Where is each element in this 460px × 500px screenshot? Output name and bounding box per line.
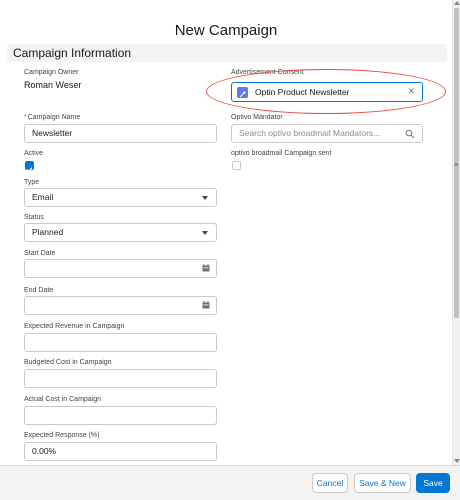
- section-header: Campaign Information: [7, 44, 447, 62]
- required-marker: *: [24, 114, 27, 121]
- active-label: Active: [24, 150, 44, 157]
- status-select[interactable]: Planned: [24, 223, 217, 242]
- scrollbar[interactable]: [452, 0, 460, 465]
- status-label: Status: [24, 214, 44, 221]
- calendar-icon[interactable]: [202, 264, 210, 272]
- annotation-ellipse: [206, 69, 446, 114]
- expected-revenue-label: Expected Revenue in Campaign: [24, 323, 125, 330]
- modal-title: New Campaign: [174, 22, 278, 39]
- chevron-down-icon: [202, 231, 208, 235]
- end-date-input[interactable]: [24, 296, 217, 315]
- cancel-button[interactable]: Cancel: [312, 473, 348, 493]
- scroll-marker-icon: ≡: [454, 162, 459, 169]
- active-checkbox[interactable]: [25, 161, 34, 173]
- expected-response-input[interactable]: 0.00%: [24, 442, 217, 461]
- calendar-icon[interactable]: [202, 301, 210, 309]
- mandator-placeholder: Search optivo broadmail Mandators...: [239, 128, 381, 138]
- optivo-mandator-search[interactable]: Search optivo broadmail Mandators...: [231, 124, 423, 143]
- start-date-label: Start Date: [24, 250, 56, 257]
- save-and-new-button[interactable]: Save & New: [354, 473, 411, 493]
- budgeted-cost-input[interactable]: [24, 369, 217, 388]
- campaign-owner-label: Campaign Owner: [24, 69, 79, 76]
- status-select-value: Planned: [32, 227, 64, 237]
- campaign-sent-checkbox[interactable]: [232, 161, 241, 170]
- campaign-sent-label: optivo broadmail Campaign sent: [231, 150, 332, 157]
- campaign-name-input[interactable]: Newsletter: [24, 124, 217, 143]
- campaign-owner-value: Roman Weser: [24, 80, 82, 90]
- check-icon: [26, 167, 33, 173]
- actual-cost-input[interactable]: [24, 406, 217, 425]
- section-title: Campaign Information: [13, 46, 132, 60]
- budgeted-cost-label: Budgeted Cost in Campaign: [24, 359, 112, 366]
- campaign-name-label-text: Campaign Name: [27, 114, 81, 121]
- end-date-label: End Date: [24, 287, 54, 294]
- expected-revenue-input[interactable]: [24, 333, 217, 352]
- type-label: Type: [24, 179, 40, 186]
- expected-response-label: Expected Response (%): [24, 432, 100, 439]
- modal-footer: Cancel Save & New Save: [0, 465, 460, 500]
- scroll-down-arrow-icon[interactable]: [454, 459, 460, 463]
- chevron-down-icon: [202, 196, 208, 200]
- save-button[interactable]: Save: [416, 473, 450, 493]
- campaign-name-label: *Campaign Name: [24, 114, 80, 121]
- scroll-up-arrow-icon[interactable]: [454, 1, 460, 5]
- search-icon: [405, 129, 415, 139]
- type-select-value: Email: [32, 192, 54, 202]
- optivo-mandator-label: Optivo Mandator: [231, 114, 283, 121]
- actual-cost-label: Actual Cost in Campaign: [24, 396, 102, 403]
- start-date-input[interactable]: [24, 259, 217, 278]
- type-select[interactable]: Email: [24, 188, 217, 207]
